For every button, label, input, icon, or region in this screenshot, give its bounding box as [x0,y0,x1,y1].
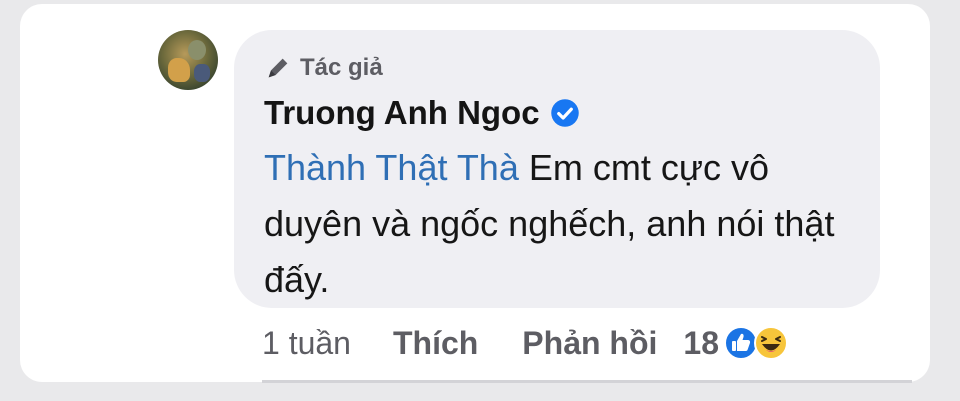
reaction-count[interactable]: 18 [683,325,719,362]
comment-actions: 1 tuần Thích Phản hồi 18 [262,318,789,368]
comment-time[interactable]: 1 tuần [262,325,351,362]
reaction-icons[interactable] [723,325,789,361]
pencil-icon [264,54,292,82]
haha-reaction-icon [753,325,789,361]
author-badge: Tác giả [264,54,383,82]
mention-link[interactable]: Thành Thật Thà [264,147,519,188]
divider [262,380,912,383]
like-button[interactable]: Thích [393,325,478,362]
comment-bubble: Tác giả Truong Anh Ngoc Thành Thật Thà E… [234,30,880,308]
author-row: Truong Anh Ngoc [264,94,580,132]
author-name[interactable]: Truong Anh Ngoc [264,94,540,132]
reply-button[interactable]: Phản hồi [522,325,657,362]
author-badge-label: Tác giả [300,54,383,81]
avatar[interactable] [158,30,218,90]
comment-body: Thành Thật Thà Em cmt cực vô duyên và ng… [264,140,864,308]
verified-check-icon [550,98,580,128]
